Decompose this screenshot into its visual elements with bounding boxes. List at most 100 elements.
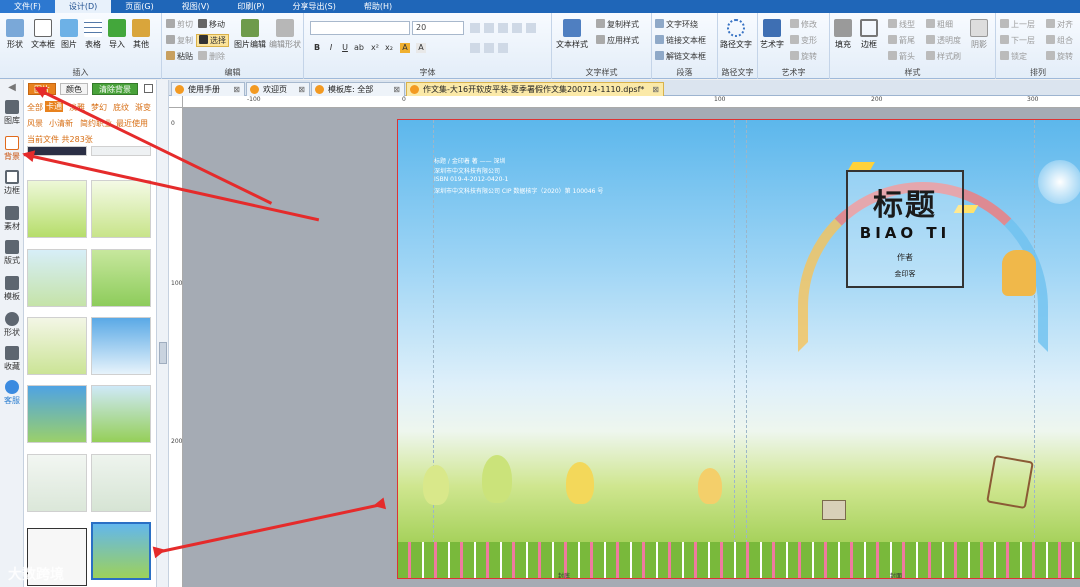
move-button[interactable]: 移动 — [198, 19, 225, 30]
shape-edit-button[interactable]: 编辑形状 — [269, 19, 301, 50]
category-scenery[interactable]: 风景 — [27, 118, 43, 129]
rail-gallery[interactable]: 图库 — [0, 100, 24, 126]
align-justify-icon[interactable] — [512, 23, 522, 33]
background-thumbnail[interactable] — [27, 249, 87, 307]
category-all[interactable]: 全部 — [27, 102, 43, 113]
category-fresh[interactable]: 小清新 — [49, 118, 73, 129]
arrange-rotate-button[interactable]: 旋转 — [1046, 51, 1073, 62]
background-thumbnail[interactable] — [91, 146, 151, 156]
category-texture[interactable]: 底纹 — [113, 102, 129, 113]
subscript-icon[interactable]: x₂ — [384, 43, 394, 53]
copy-style-button[interactable]: 复制样式 — [596, 19, 639, 30]
background-thumbnail[interactable] — [91, 385, 151, 443]
unlink-textbox-button[interactable]: 解链文本框 — [655, 51, 706, 62]
background-thumbnail[interactable] — [27, 146, 87, 156]
author-name[interactable]: 金印客 — [848, 269, 962, 279]
apply-style-button[interactable]: 应用样式 — [596, 35, 639, 46]
bring-forward-button[interactable]: 上一层 — [1000, 19, 1035, 30]
bold-icon[interactable]: B — [312, 43, 322, 53]
menu-print[interactable]: 印刷(P) — [223, 0, 278, 13]
background-thumbnail[interactable] — [27, 317, 87, 375]
italic-icon[interactable]: I — [326, 43, 336, 53]
insert-image-button[interactable]: 图片 — [60, 19, 78, 50]
art-rotate-button[interactable]: 旋转 — [790, 51, 817, 62]
thickness-button[interactable]: 粗细 — [926, 19, 953, 30]
rail-material[interactable]: 素材 — [0, 206, 24, 232]
font-size-select[interactable]: 20 — [412, 21, 464, 35]
insert-textbox-button[interactable]: 文本框 — [31, 19, 55, 50]
arrow-tail-button[interactable]: 箭头 — [888, 51, 915, 62]
category-gradient[interactable]: 渐变 — [135, 102, 151, 113]
background-thumbnail[interactable] — [91, 454, 151, 512]
copyright-line[interactable]: 深圳市中文科技有限公司 CIP 数据核字（2020）第 100046 号 — [434, 186, 603, 195]
menu-design[interactable]: 设计(D) — [54, 0, 112, 13]
art-modify-button[interactable]: 修改 — [790, 19, 817, 30]
superscript-icon[interactable]: x² — [370, 43, 380, 53]
rail-template[interactable]: 模板 — [0, 276, 24, 302]
insert-shape-button[interactable]: 形状 — [6, 19, 24, 50]
line-spacing-icon[interactable] — [470, 43, 480, 53]
rail-shape[interactable]: 形状 — [0, 312, 24, 338]
close-icon[interactable]: ⊠ — [233, 83, 240, 96]
text-wrap-button[interactable]: 文字环绕 — [655, 19, 698, 30]
background-thumbnail[interactable] — [91, 317, 151, 375]
insert-table-button[interactable]: 表格 — [84, 19, 102, 50]
path-text-button[interactable]: 路径文字 — [720, 19, 752, 50]
indent-icon[interactable] — [484, 43, 494, 53]
copyright-line[interactable]: 标题 / 金印着 著 —— 深圳 — [434, 156, 506, 165]
border-button[interactable]: 边框 — [860, 19, 878, 50]
tab-welcome[interactable]: 欢迎页 ⊠ — [246, 82, 310, 96]
paste-button[interactable]: 粘贴 — [166, 51, 193, 62]
background-thumbnail[interactable] — [27, 180, 87, 238]
menu-page[interactable]: 页面(G) — [111, 0, 167, 13]
fill-button[interactable]: 填充 — [834, 19, 852, 50]
font-name-select[interactable] — [310, 21, 410, 35]
cut-button[interactable]: 剪切 — [166, 19, 193, 30]
title-frame[interactable]: 标题 BIAO TI 作者 金印客 — [846, 170, 964, 288]
image-edit-button[interactable]: 图片编辑 — [234, 19, 266, 50]
tab-user-manual[interactable]: 使用手册 ⊠ — [171, 82, 245, 96]
copyright-line[interactable]: 深圳市中文科技有限公司 — [434, 166, 500, 175]
background-thumbnail-selected[interactable] — [91, 522, 151, 580]
align-right-icon[interactable] — [498, 23, 508, 33]
background-thumbnail[interactable] — [91, 249, 151, 307]
menu-view[interactable]: 视图(V) — [168, 0, 224, 13]
select-button[interactable]: 选择 — [196, 34, 229, 47]
tab-current-document[interactable]: 作文集-大16开软皮平装-夏季署假作文集200714-1110.dpsf* ⊠ — [406, 82, 664, 96]
title-pinyin[interactable]: BIAO TI — [848, 224, 962, 242]
style-brush-button[interactable]: 样式刷 — [926, 51, 961, 62]
close-icon[interactable]: ⊠ — [298, 83, 305, 96]
clear-background-button[interactable]: 清除背景 — [92, 83, 138, 95]
panel-scrollbar[interactable] — [157, 80, 169, 587]
menu-share-export[interactable]: 分享导出(S) — [279, 0, 350, 13]
shadow-button[interactable]: 阴影 — [970, 19, 988, 50]
font-color-icon[interactable]: A — [400, 43, 410, 53]
transparency-button[interactable]: 透明度 — [926, 35, 961, 46]
list-icon[interactable] — [498, 43, 508, 53]
lock-button[interactable]: 锁定 — [1000, 51, 1027, 62]
menu-file[interactable]: 文件(F) — [0, 0, 55, 13]
delete-button[interactable]: 删除 — [198, 51, 225, 62]
close-icon[interactable]: ⊠ — [393, 83, 400, 96]
send-backward-button[interactable]: 下一层 — [1000, 35, 1035, 46]
menu-help[interactable]: 帮助(H) — [350, 0, 406, 13]
close-icon[interactable]: ⊠ — [652, 83, 659, 96]
collapse-chevron-icon[interactable]: ◀ — [0, 82, 24, 93]
category-cartoon[interactable]: 卡通 — [45, 101, 63, 112]
author-label[interactable]: 作者 — [848, 252, 962, 263]
link-textbox-button[interactable]: 链接文本框 — [655, 35, 706, 46]
align-left-icon[interactable] — [470, 23, 480, 33]
copy-button[interactable]: 复制 — [166, 35, 193, 46]
strikethrough-icon[interactable]: ab — [354, 43, 364, 53]
rail-border[interactable]: 边框 — [0, 170, 24, 196]
category-dream[interactable]: 梦幻 — [91, 102, 107, 113]
line-type-button[interactable]: 线型 — [888, 19, 915, 30]
background-thumbnail[interactable] — [27, 454, 87, 512]
align-button[interactable]: 对齐 — [1046, 19, 1073, 30]
text-style-button[interactable]: 文本样式 — [556, 19, 588, 50]
rail-layout[interactable]: 版式 — [0, 240, 24, 266]
expand-icon[interactable] — [144, 84, 153, 93]
tab-template-library[interactable]: 模板库: 全部 ⊠ — [311, 82, 405, 96]
arrow-head-button[interactable]: 箭尾 — [888, 35, 915, 46]
insert-other-button[interactable]: 其他 — [132, 19, 150, 50]
